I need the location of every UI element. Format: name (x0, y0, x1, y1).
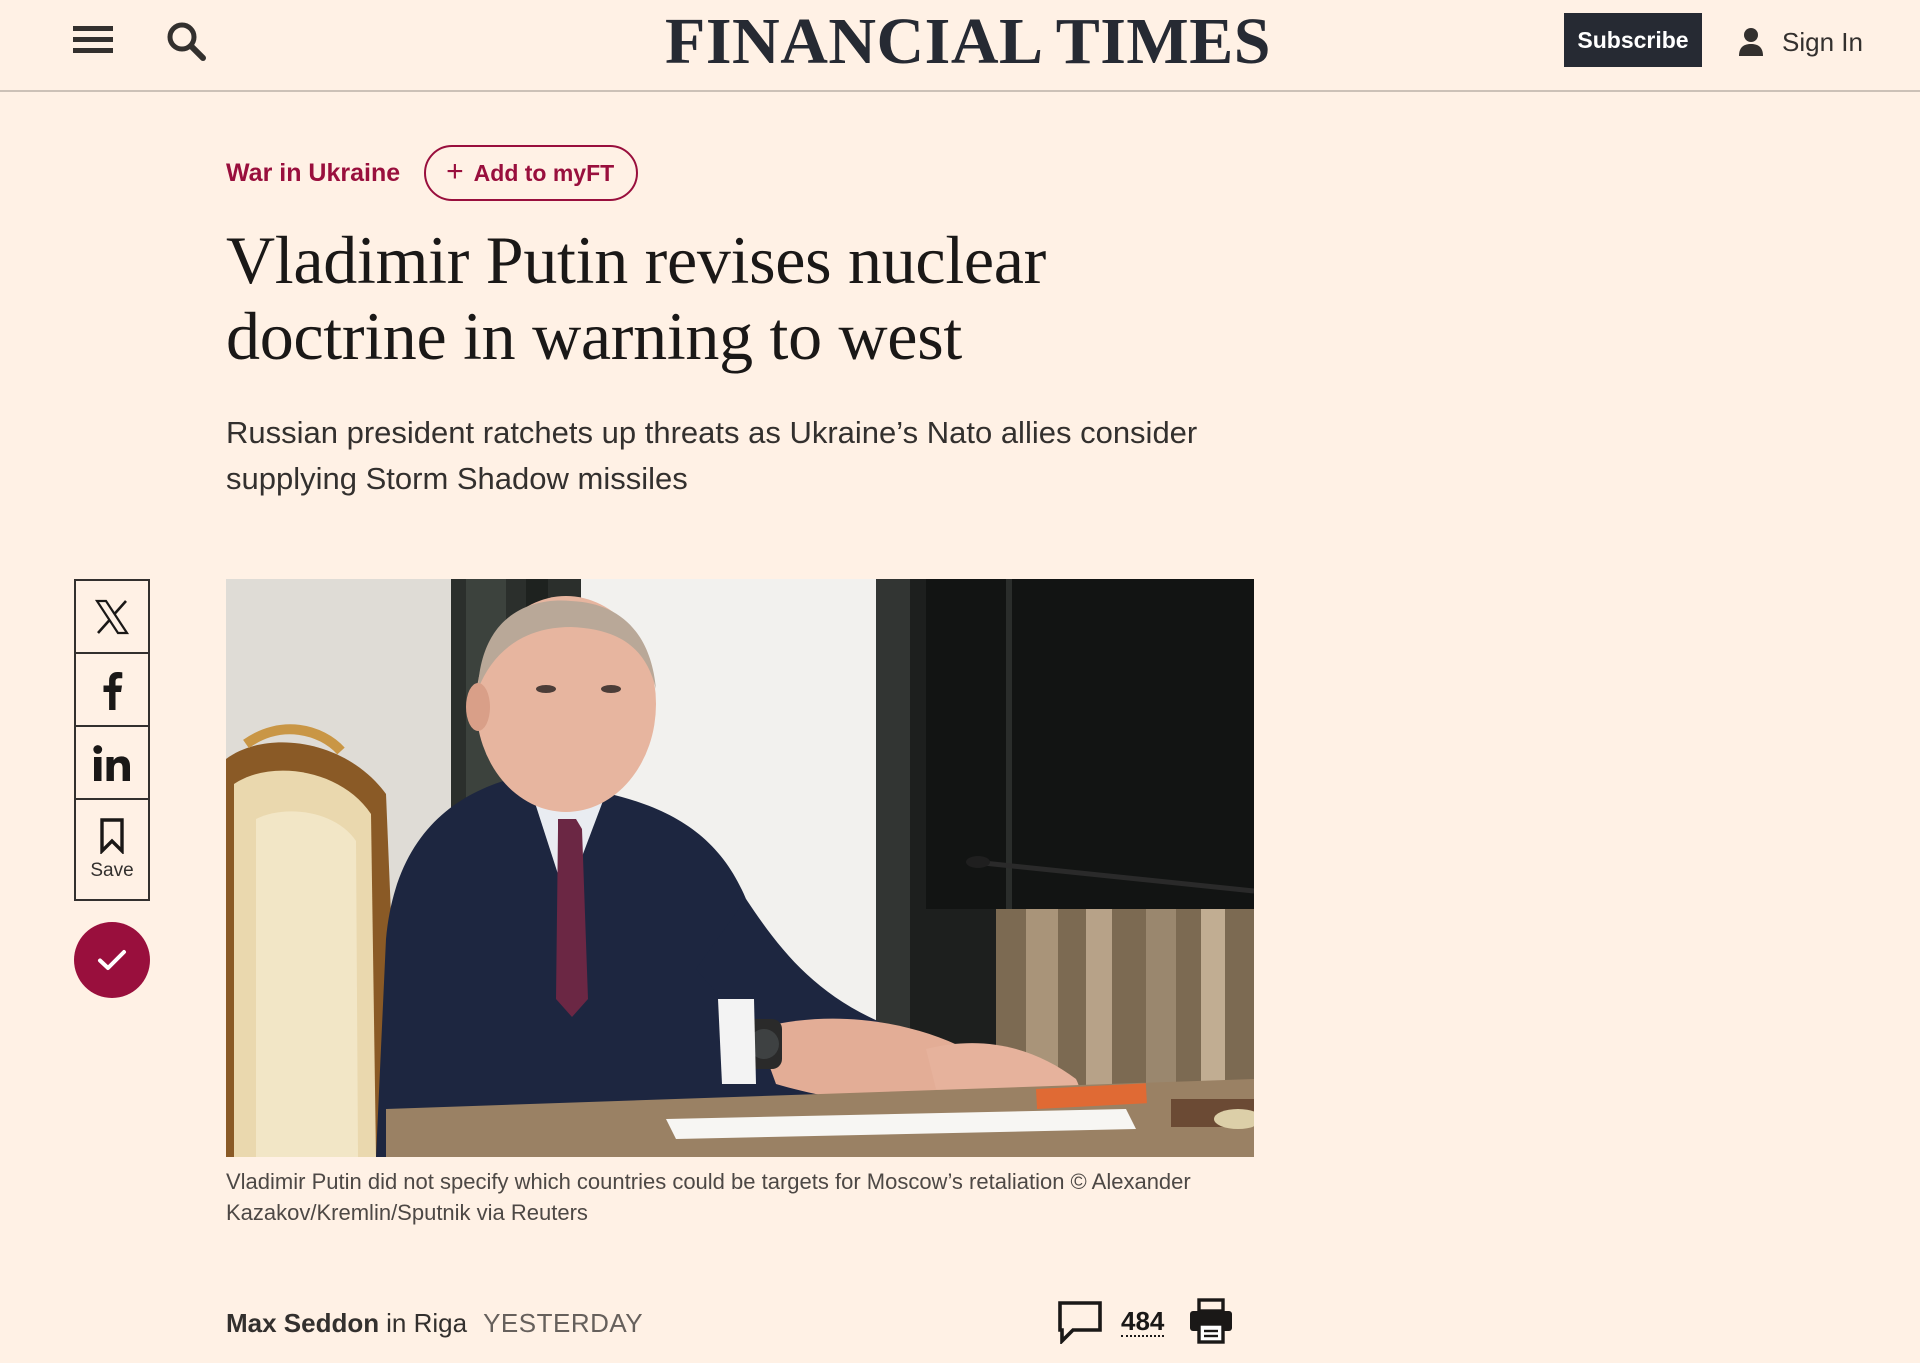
topic-link[interactable]: War in Ukraine (226, 159, 400, 188)
facebook-icon (103, 671, 123, 710)
share-facebook-button[interactable] (74, 652, 150, 727)
save-label: Save (90, 859, 134, 881)
user-icon (1739, 28, 1763, 56)
linkedin-icon (93, 744, 130, 781)
add-to-myft-button[interactable]: + Add to myFT (424, 145, 639, 201)
print-icon[interactable] (1188, 1298, 1234, 1344)
sign-in-link[interactable]: Sign In (1738, 20, 1863, 64)
comment-count: 484 (1121, 1306, 1165, 1337)
share-linkedin-button[interactable] (74, 725, 150, 800)
bookmark-icon (100, 817, 124, 854)
plus-icon: + (446, 154, 464, 188)
article-image (226, 579, 1254, 1157)
add-to-myft-label: Add to myFT (473, 159, 615, 186)
author-link[interactable]: Max Seddon (226, 1308, 379, 1339)
byline: Max Seddon in Riga YESTERDAY (226, 1305, 643, 1341)
save-button[interactable]: Save (74, 798, 150, 901)
article-standfirst: Russian president ratchets up threats as… (226, 415, 1198, 496)
check-icon (98, 950, 126, 970)
follow-button[interactable] (74, 922, 150, 998)
site-header: FINANCIAL TIMES Subscribe Sign In (0, 0, 1920, 92)
subscribe-button[interactable]: Subscribe (1564, 13, 1702, 67)
publish-date: YESTERDAY (483, 1307, 644, 1338)
share-rail: Save (74, 579, 150, 901)
dateline-location: in Riga (386, 1307, 468, 1338)
comments-link[interactable]: 484 (1057, 1298, 1165, 1346)
x-icon (94, 599, 130, 634)
topic-row: War in Ukraine + Add to myFT (226, 145, 639, 201)
article-headline: Vladimir Putin revises nuclear doctrine … (226, 222, 1047, 374)
image-caption: Vladimir Putin did not specify which cou… (226, 1169, 1191, 1225)
comment-icon (1058, 1301, 1102, 1344)
sign-in-label: Sign In (1782, 26, 1863, 57)
share-x-button[interactable] (74, 579, 150, 654)
